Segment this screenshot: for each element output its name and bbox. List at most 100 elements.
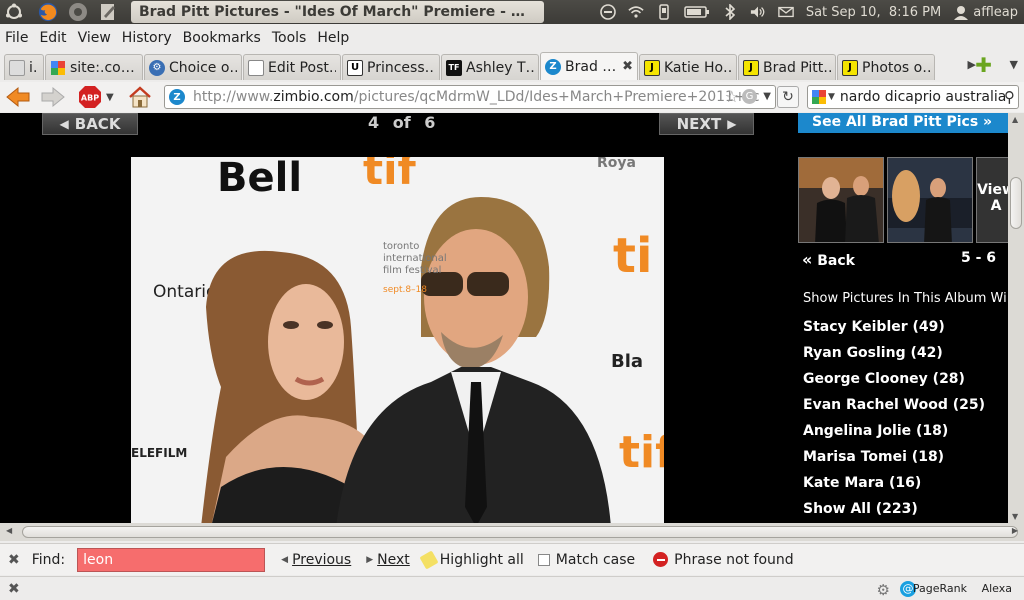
j-site-icon: J: [743, 59, 759, 76]
window-title: Brad Pitt Pictures - "Ides Of March" Pre…: [131, 1, 544, 23]
search-input[interactable]: nardo dicaprio australia: [840, 89, 1006, 105]
battery-icon[interactable]: [684, 4, 710, 20]
menu-tools[interactable]: Tools: [272, 30, 307, 46]
g-icon[interactable]: G: [742, 89, 757, 104]
firefox-launcher-icon[interactable]: [38, 2, 58, 22]
back-page-label: BACK: [74, 115, 121, 133]
phone-indicator-icon[interactable]: [656, 4, 672, 20]
site-identity-icon[interactable]: Z: [169, 89, 185, 105]
close-tab-icon[interactable]: ✖: [622, 59, 633, 74]
menu-help[interactable]: Help: [317, 30, 349, 46]
tab[interactable]: Edit Post…: [243, 54, 341, 80]
tab[interactable]: ⚙ Choice o…: [144, 54, 242, 80]
main-photo[interactable]: Bell ti Roya Bla tif Ontario ELEFILM tif: [131, 157, 664, 523]
reload-icon: ↻: [782, 89, 794, 105]
horizontal-scroll-thumb[interactable]: [22, 526, 1018, 538]
forward-button[interactable]: [40, 85, 66, 109]
vertical-scroll-thumb[interactable]: [1010, 177, 1022, 229]
close-addon-bar-icon[interactable]: ✖: [8, 581, 20, 597]
url-prefix: http://www.: [193, 89, 274, 105]
page-total: 6: [424, 113, 436, 132]
scroll-up-icon[interactable]: ▲: [1012, 115, 1018, 124]
tab[interactable]: i…: [4, 54, 44, 80]
find-bar: ✖ Find: leon ◀ Previous ▶ Next Highlight a…: [0, 543, 1024, 575]
close-find-bar-icon[interactable]: ✖: [8, 552, 20, 568]
tab[interactable]: U Princess…: [342, 54, 440, 80]
search-magnifier-icon[interactable]: ⚲: [1004, 88, 1015, 106]
dropdown-arrow-icon[interactable]: ▼: [106, 92, 114, 103]
back-page-button[interactable]: ◀ BACK: [42, 113, 138, 135]
navigation-toolbar: ABP ▼ Z http://www. zimbio.com/pictures/q…: [0, 82, 1024, 112]
album-link[interactable]: Kate Mara (16): [803, 475, 985, 501]
scroll-left-icon[interactable]: ◀: [6, 526, 12, 535]
album-link[interactable]: Marisa Tomei (18): [803, 449, 985, 475]
album-link[interactable]: Evan Rachel Wood (25): [803, 397, 985, 423]
album-link[interactable]: George Clooney (28): [803, 371, 985, 397]
back-button[interactable]: [5, 85, 31, 109]
tab[interactable]: TF Ashley T…: [441, 54, 539, 80]
svg-text:ti: ti: [613, 228, 652, 284]
thumbnail-5[interactable]: [798, 157, 884, 243]
menu-bookmarks[interactable]: Bookmarks: [183, 30, 261, 46]
pagerank-label[interactable]: PageRank: [913, 582, 967, 595]
album-link[interactable]: Ryan Gosling (42): [803, 345, 985, 371]
thumbnail-back-link[interactable]: « Back: [802, 250, 855, 269]
find-input[interactable]: leon: [77, 547, 266, 572]
scroll-down-icon[interactable]: ▼: [1012, 512, 1018, 521]
user-menu[interactable]: affleap: [953, 4, 1018, 20]
search-bar[interactable]: ▼ nardo dicaprio australia ⚲: [807, 85, 1019, 109]
system-settings-icon[interactable]: [68, 2, 88, 22]
thumbnail-6[interactable]: [887, 157, 973, 243]
wifi-icon[interactable]: [628, 4, 644, 20]
home-button[interactable]: [128, 85, 152, 109]
menu-history[interactable]: History: [122, 30, 172, 46]
tab[interactable]: J Brad Pitt…: [738, 54, 836, 80]
tab-label: Photos o…: [862, 59, 930, 76]
new-tab-icon[interactable]: ✚: [975, 55, 992, 75]
gear-icon[interactable]: ⚙: [877, 581, 890, 599]
user-name: affleap: [973, 4, 1018, 20]
menu-view[interactable]: View: [78, 30, 111, 46]
thumbnail-back-label: Back: [817, 253, 855, 269]
bluetooth-icon[interactable]: [722, 4, 738, 20]
thumbnail-image: [888, 158, 972, 242]
list-all-tabs-icon[interactable]: ▼: [1010, 58, 1018, 71]
adblock-button[interactable]: ABP ▼: [78, 85, 114, 109]
horizontal-scrollbar[interactable]: ◀ ▶: [0, 523, 1024, 541]
tab[interactable]: site:.co…: [45, 54, 143, 80]
menu-file[interactable]: File: [5, 30, 28, 46]
match-case-checkbox[interactable]: Match case: [537, 552, 635, 568]
next-page-button[interactable]: NEXT ▶: [659, 113, 754, 135]
google-search-engine-icon[interactable]: ▼: [812, 90, 835, 104]
see-all-pics-link[interactable]: See All Brad Pitt Pics »: [798, 113, 1008, 133]
checkbox-icon: [537, 553, 550, 566]
show-all-link[interactable]: Show All (223): [803, 501, 985, 523]
ubuntu-logo-icon[interactable]: [4, 2, 24, 22]
tab[interactable]: J Katie Ho…: [639, 54, 737, 80]
vertical-scrollbar[interactable]: ▲ ▼: [1008, 113, 1024, 523]
url-history-dropdown-icon[interactable]: ▼: [763, 91, 771, 102]
album-link[interactable]: Angelina Jolie (18): [803, 423, 985, 449]
highlight-all-button[interactable]: Highlight all: [419, 549, 524, 570]
text-editor-icon[interactable]: [98, 2, 118, 22]
tab-bar: i… site:.co… ⚙ Choice o… Edit Post… U Pr…: [0, 52, 1024, 80]
album-link[interactable]: Stacy Keibler (49): [803, 319, 985, 345]
reload-button[interactable]: ↻: [777, 86, 799, 108]
svg-text:Ontario: Ontario: [153, 282, 216, 302]
url-bar[interactable]: Z http://www. zimbio.com/pictures/qcMdrmW…: [164, 85, 776, 109]
clock[interactable]: Sat Sep 10, 8:16 PM: [806, 5, 941, 20]
scroll-right-icon[interactable]: ▶: [1012, 526, 1018, 535]
menu-edit[interactable]: Edit: [39, 30, 66, 46]
highlighter-icon: [419, 549, 439, 570]
find-previous-button[interactable]: ◀ Previous: [281, 552, 351, 568]
alexa-label[interactable]: Alexa: [982, 582, 1012, 595]
tab-active[interactable]: Z Brad … ✖: [540, 52, 638, 80]
tab[interactable]: J Photos o…: [837, 54, 935, 80]
view-all-tile[interactable]: View A: [976, 157, 1008, 243]
volume-icon[interactable]: [750, 4, 766, 20]
svg-text:toronto: toronto: [383, 241, 419, 252]
bookmark-star-icon[interactable]: ☆: [725, 87, 739, 106]
mail-icon[interactable]: [778, 4, 794, 20]
find-next-button[interactable]: ▶ Next: [366, 552, 410, 568]
power-indicator-icon[interactable]: [600, 4, 616, 20]
